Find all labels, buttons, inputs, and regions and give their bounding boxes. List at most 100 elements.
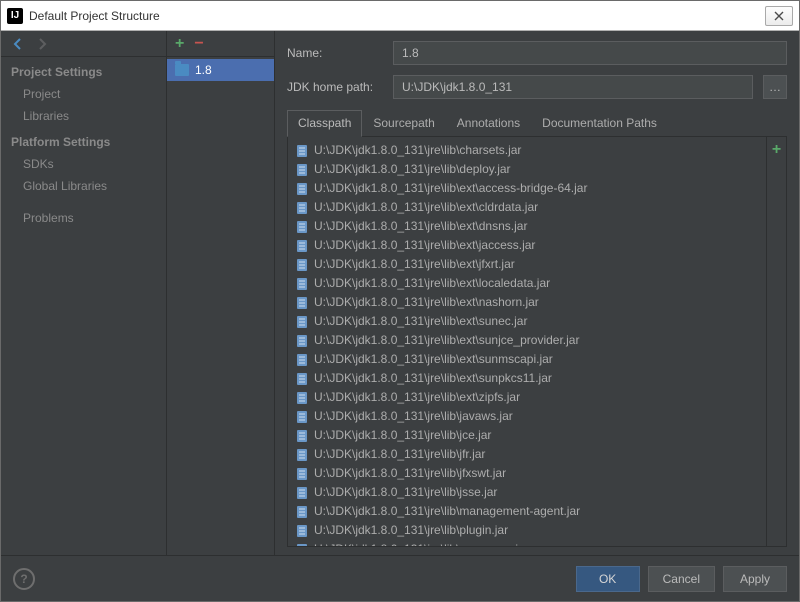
sidebar-item-sdks[interactable]: SDKs <box>1 153 166 175</box>
titlebar: IJ Default Project Structure <box>1 1 799 31</box>
name-input[interactable] <box>393 41 787 65</box>
classpath-entry[interactable]: U:\JDK\jdk1.8.0_131\jre\lib\jfr.jar <box>288 445 766 464</box>
archive-icon <box>296 467 308 481</box>
classpath-path: U:\JDK\jdk1.8.0_131\jre\lib\charsets.jar <box>314 142 521 159</box>
classpath-path: U:\JDK\jdk1.8.0_131\jre\lib\ext\localeda… <box>314 275 550 292</box>
archive-icon <box>296 163 308 177</box>
browse-home-path-button[interactable]: … <box>763 75 787 99</box>
add-sdk-button[interactable]: + <box>175 36 184 52</box>
classpath-entry[interactable]: U:\JDK\jdk1.8.0_131\jre\lib\ext\nashorn.… <box>288 293 766 312</box>
app-icon: IJ <box>7 8 23 24</box>
classpath-entry[interactable]: U:\JDK\jdk1.8.0_131\jre\lib\management-a… <box>288 502 766 521</box>
classpath-entry[interactable]: U:\JDK\jdk1.8.0_131\jre\lib\jce.jar <box>288 426 766 445</box>
archive-icon <box>296 429 308 443</box>
classpath-path: U:\JDK\jdk1.8.0_131\jre\lib\ext\zipfs.ja… <box>314 389 520 406</box>
close-window-button[interactable] <box>765 6 793 26</box>
archive-icon <box>296 258 308 272</box>
archive-icon <box>296 220 308 234</box>
sdk-list-toolbar: + − <box>167 31 274 57</box>
classpath-entry[interactable]: U:\JDK\jdk1.8.0_131\jre\lib\resources.ja… <box>288 540 766 546</box>
classpath-entry[interactable]: U:\JDK\jdk1.8.0_131\jre\lib\deploy.jar <box>288 160 766 179</box>
classpath-path: U:\JDK\jdk1.8.0_131\jre\lib\management-a… <box>314 503 580 520</box>
classpath-entry[interactable]: U:\JDK\jdk1.8.0_131\jre\lib\ext\sunec.ja… <box>288 312 766 331</box>
classpath-entry[interactable]: U:\JDK\jdk1.8.0_131\jre\lib\ext\access-b… <box>288 179 766 198</box>
classpath-path: U:\JDK\jdk1.8.0_131\jre\lib\jfr.jar <box>314 446 485 463</box>
classpath-entry[interactable]: U:\JDK\jdk1.8.0_131\jre\lib\ext\dnsns.ja… <box>288 217 766 236</box>
classpath-path: U:\JDK\jdk1.8.0_131\jre\lib\plugin.jar <box>314 522 508 539</box>
classpath-list[interactable]: U:\JDK\jdk1.8.0_131\jre\lib\charsets.jar… <box>288 137 766 546</box>
archive-icon <box>296 315 308 329</box>
sidebar-item-global-libraries[interactable]: Global Libraries <box>1 175 166 197</box>
classpath-entry[interactable]: U:\JDK\jdk1.8.0_131\jre\lib\ext\sunpkcs1… <box>288 369 766 388</box>
classpath-side-toolbar: + <box>766 137 786 546</box>
dialog-body: Project SettingsProjectLibrariesPlatform… <box>1 31 799 555</box>
sidebar-item-problems[interactable]: Problems <box>1 207 166 229</box>
archive-icon <box>296 296 308 310</box>
tab-classpath[interactable]: Classpath <box>287 110 362 137</box>
back-icon[interactable] <box>11 37 25 51</box>
section-heading: Project Settings <box>1 57 166 83</box>
remove-sdk-button[interactable]: − <box>194 36 203 52</box>
tab-annotations[interactable]: Annotations <box>446 110 531 137</box>
archive-icon <box>296 239 308 253</box>
close-icon <box>774 11 784 21</box>
help-button[interactable]: ? <box>13 568 35 590</box>
apply-button[interactable]: Apply <box>723 566 787 592</box>
window-title: Default Project Structure <box>29 9 765 23</box>
archive-icon <box>296 201 308 215</box>
folder-icon <box>175 64 189 76</box>
name-row: Name: <box>275 31 799 65</box>
sidebar-nav-toolbar <box>1 31 166 57</box>
classpath-entry[interactable]: U:\JDK\jdk1.8.0_131\jre\lib\ext\zipfs.ja… <box>288 388 766 407</box>
classpath-entry[interactable]: U:\JDK\jdk1.8.0_131\jre\lib\plugin.jar <box>288 521 766 540</box>
classpath-path: U:\JDK\jdk1.8.0_131\jre\lib\ext\sunmscap… <box>314 351 553 368</box>
archive-icon <box>296 505 308 519</box>
tab-sourcepath[interactable]: Sourcepath <box>362 110 445 137</box>
classpath-path: U:\JDK\jdk1.8.0_131\jre\lib\ext\sunpkcs1… <box>314 370 552 387</box>
classpath-path: U:\JDK\jdk1.8.0_131\jre\lib\ext\sunjce_p… <box>314 332 579 349</box>
dialog-window: IJ Default Project Structure Project Set… <box>0 0 800 602</box>
home-path-label: JDK home path: <box>287 80 383 94</box>
forward-icon[interactable] <box>35 37 49 51</box>
classpath-entry[interactable]: U:\JDK\jdk1.8.0_131\jre\lib\jfxswt.jar <box>288 464 766 483</box>
archive-icon <box>296 144 308 158</box>
classpath-path: U:\JDK\jdk1.8.0_131\jre\lib\javaws.jar <box>314 408 513 425</box>
archive-icon <box>296 334 308 348</box>
archive-icon <box>296 448 308 462</box>
classpath-entry[interactable]: U:\JDK\jdk1.8.0_131\jre\lib\ext\jfxrt.ja… <box>288 255 766 274</box>
classpath-entry[interactable]: U:\JDK\jdk1.8.0_131\jre\lib\ext\jaccess.… <box>288 236 766 255</box>
classpath-path: U:\JDK\jdk1.8.0_131\jre\lib\ext\cldrdata… <box>314 199 538 216</box>
classpath-path: U:\JDK\jdk1.8.0_131\jre\lib\resources.ja… <box>314 541 529 546</box>
cancel-button[interactable]: Cancel <box>648 566 715 592</box>
name-label: Name: <box>287 46 383 60</box>
add-classpath-button[interactable]: + <box>772 141 781 159</box>
tab-documentation-paths[interactable]: Documentation Paths <box>531 110 668 137</box>
classpath-entry[interactable]: U:\JDK\jdk1.8.0_131\jre\lib\ext\sunmscap… <box>288 350 766 369</box>
sidebar-item-project[interactable]: Project <box>1 83 166 105</box>
classpath-entry[interactable]: U:\JDK\jdk1.8.0_131\jre\lib\ext\cldrdata… <box>288 198 766 217</box>
classpath-path: U:\JDK\jdk1.8.0_131\jre\lib\ext\sunec.ja… <box>314 313 527 330</box>
classpath-path: U:\JDK\jdk1.8.0_131\jre\lib\ext\access-b… <box>314 180 587 197</box>
classpath-entry[interactable]: U:\JDK\jdk1.8.0_131\jre\lib\charsets.jar <box>288 141 766 160</box>
ok-button[interactable]: OK <box>576 566 640 592</box>
section-heading: Platform Settings <box>1 127 166 153</box>
classpath-path: U:\JDK\jdk1.8.0_131\jre\lib\ext\nashorn.… <box>314 294 539 311</box>
home-path-row: JDK home path: … <box>275 65 799 99</box>
sdk-details-panel: Name: JDK home path: … ClasspathSourcepa… <box>275 31 799 555</box>
classpath-entry[interactable]: U:\JDK\jdk1.8.0_131\jre\lib\jsse.jar <box>288 483 766 502</box>
classpath-entry[interactable]: U:\JDK\jdk1.8.0_131\jre\lib\javaws.jar <box>288 407 766 426</box>
sdk-tabs: ClasspathSourcepathAnnotationsDocumentat… <box>287 109 787 137</box>
classpath-path: U:\JDK\jdk1.8.0_131\jre\lib\jfxswt.jar <box>314 465 506 482</box>
classpath-path: U:\JDK\jdk1.8.0_131\jre\lib\ext\dnsns.ja… <box>314 218 527 235</box>
classpath-entry[interactable]: U:\JDK\jdk1.8.0_131\jre\lib\ext\sunjce_p… <box>288 331 766 350</box>
sdk-item[interactable]: 1.8 <box>167 59 274 81</box>
classpath-entry[interactable]: U:\JDK\jdk1.8.0_131\jre\lib\ext\localeda… <box>288 274 766 293</box>
classpath-path: U:\JDK\jdk1.8.0_131\jre\lib\jce.jar <box>314 427 491 444</box>
settings-sidebar: Project SettingsProjectLibrariesPlatform… <box>1 31 167 555</box>
home-path-input[interactable] <box>393 75 753 99</box>
classpath-path: U:\JDK\jdk1.8.0_131\jre\lib\ext\jaccess.… <box>314 237 535 254</box>
sidebar-item-libraries[interactable]: Libraries <box>1 105 166 127</box>
archive-icon <box>296 410 308 424</box>
archive-icon <box>296 486 308 500</box>
archive-icon <box>296 391 308 405</box>
